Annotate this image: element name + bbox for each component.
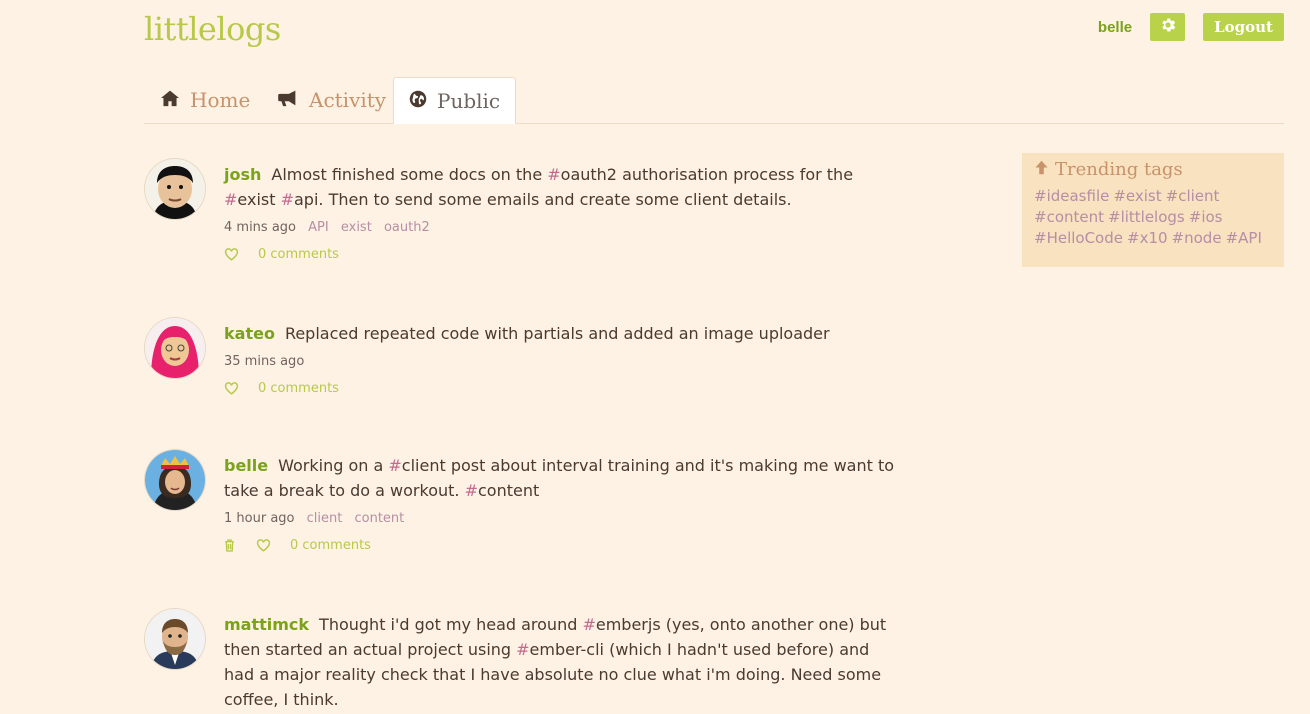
main-nav: Home Activity Public xyxy=(144,77,1284,124)
text-segment: api. Then to send some emails and create… xyxy=(293,190,792,209)
trending-tag[interactable]: #API xyxy=(1226,229,1262,247)
text-segment: Thought i'd got my head around xyxy=(319,615,583,634)
user-menu: belle Logout xyxy=(1098,13,1284,41)
post-meta: 1 hour ago client content xyxy=(224,511,904,526)
tab-public-label: Public xyxy=(437,88,501,113)
settings-button[interactable] xyxy=(1150,13,1186,41)
hashtag-marker[interactable]: # xyxy=(547,165,560,184)
trending-tag[interactable]: #x10 xyxy=(1127,229,1168,247)
comments-link[interactable]: 0 comments xyxy=(258,381,339,396)
hashtag-marker[interactable]: # xyxy=(582,615,595,634)
hashtag-marker[interactable]: # xyxy=(516,640,529,659)
megaphone-icon xyxy=(277,88,299,112)
trending-tag[interactable]: #ideasfile xyxy=(1034,187,1109,205)
heart-icon[interactable] xyxy=(256,539,271,552)
post-body: josh Almost finished some docs on the #oa… xyxy=(224,155,904,262)
text-segment: exist xyxy=(237,190,281,209)
trending-tag[interactable]: #node xyxy=(1172,229,1222,247)
post-tag[interactable]: oauth2 xyxy=(384,220,430,235)
post-text: kateo Replaced repeated code with partial… xyxy=(224,321,904,346)
hashtag-marker[interactable]: # xyxy=(281,190,294,209)
tab-activity-label: Activity xyxy=(309,87,387,112)
post-author[interactable]: belle xyxy=(224,456,268,475)
tab-public[interactable]: Public xyxy=(393,77,517,124)
arrow-up-icon xyxy=(1034,159,1049,180)
hashtag-marker[interactable]: # xyxy=(465,481,478,500)
post-tag[interactable]: content xyxy=(354,511,404,526)
text-segment: Replaced repeated code with partials and… xyxy=(284,324,830,343)
hashtag-marker[interactable]: # xyxy=(388,456,401,475)
comments-link[interactable]: 0 comments xyxy=(258,247,339,262)
heart-icon[interactable] xyxy=(224,382,239,395)
post-actions: 0 comments xyxy=(224,247,904,262)
text-segment: content xyxy=(477,481,540,500)
post-body: mattimck Thought i'd got my head around #… xyxy=(224,605,904,712)
post-tag[interactable]: client xyxy=(307,511,343,526)
post-meta: 4 mins ago API exist oauth2 xyxy=(224,220,904,235)
app-logo[interactable]: littlelogs xyxy=(144,10,281,48)
text-segment: Working on a xyxy=(278,456,389,475)
post-tag[interactable]: exist xyxy=(341,220,372,235)
post-actions: 0 comments xyxy=(224,538,904,553)
logout-button[interactable]: Logout xyxy=(1203,13,1284,41)
post-text: mattimck Thought i'd got my head around #… xyxy=(224,612,904,712)
post-time[interactable]: 35 mins ago xyxy=(224,354,304,369)
tab-activity[interactable]: Activity xyxy=(277,77,386,122)
home-icon xyxy=(160,88,180,112)
avatar[interactable] xyxy=(145,609,205,669)
trending-tag[interactable]: #ios xyxy=(1189,208,1223,226)
post-tag[interactable]: API xyxy=(308,220,329,235)
post-author[interactable]: mattimck xyxy=(224,615,309,634)
avatar[interactable] xyxy=(145,159,205,219)
post-body: kateo Replaced repeated code with partial… xyxy=(224,314,904,396)
current-username[interactable]: belle xyxy=(1098,19,1132,36)
post-time[interactable]: 4 mins ago xyxy=(224,220,296,235)
trending-tag[interactable]: #HelloCode xyxy=(1034,229,1123,247)
post-text: belle Working on a #client post about int… xyxy=(224,453,904,503)
hashtag-marker[interactable]: # xyxy=(224,190,237,209)
trending-tag[interactable]: #content xyxy=(1034,208,1104,226)
avatar[interactable] xyxy=(145,318,205,378)
post-time[interactable]: 1 hour ago xyxy=(224,511,294,526)
comments-link[interactable]: 0 comments xyxy=(290,538,371,553)
text-segment: oauth2 authorisation process for the xyxy=(560,165,854,184)
globe-icon xyxy=(409,89,427,113)
trending-tags-panel: Trending tags #ideasfile #exist #client #c… xyxy=(1022,153,1284,267)
avatar[interactable] xyxy=(145,450,205,510)
post-author[interactable]: josh xyxy=(224,165,261,184)
trending-title-label: Trending tags xyxy=(1055,159,1183,180)
tab-home[interactable]: Home xyxy=(160,77,250,122)
post-author[interactable]: kateo xyxy=(224,324,275,343)
gear-icon xyxy=(1159,16,1177,38)
post-meta: 35 mins ago xyxy=(224,354,904,369)
text-segment: Almost finished some docs on the xyxy=(271,165,548,184)
post-text: josh Almost finished some docs on the #oa… xyxy=(224,162,904,212)
post-actions: 0 comments xyxy=(224,381,904,396)
post-body: belle Working on a #client post about int… xyxy=(224,446,904,553)
trending-tag[interactable]: #littlelogs xyxy=(1108,208,1185,226)
trending-tag[interactable]: #client xyxy=(1166,187,1220,205)
tab-home-label: Home xyxy=(190,87,251,112)
heart-icon[interactable] xyxy=(224,248,239,261)
trash-icon[interactable] xyxy=(224,539,235,552)
trending-tag[interactable]: #exist xyxy=(1113,187,1161,205)
trending-title: Trending tags xyxy=(1034,159,1272,180)
trending-tag-list: #ideasfile #exist #client #content #littlel… xyxy=(1034,186,1272,249)
